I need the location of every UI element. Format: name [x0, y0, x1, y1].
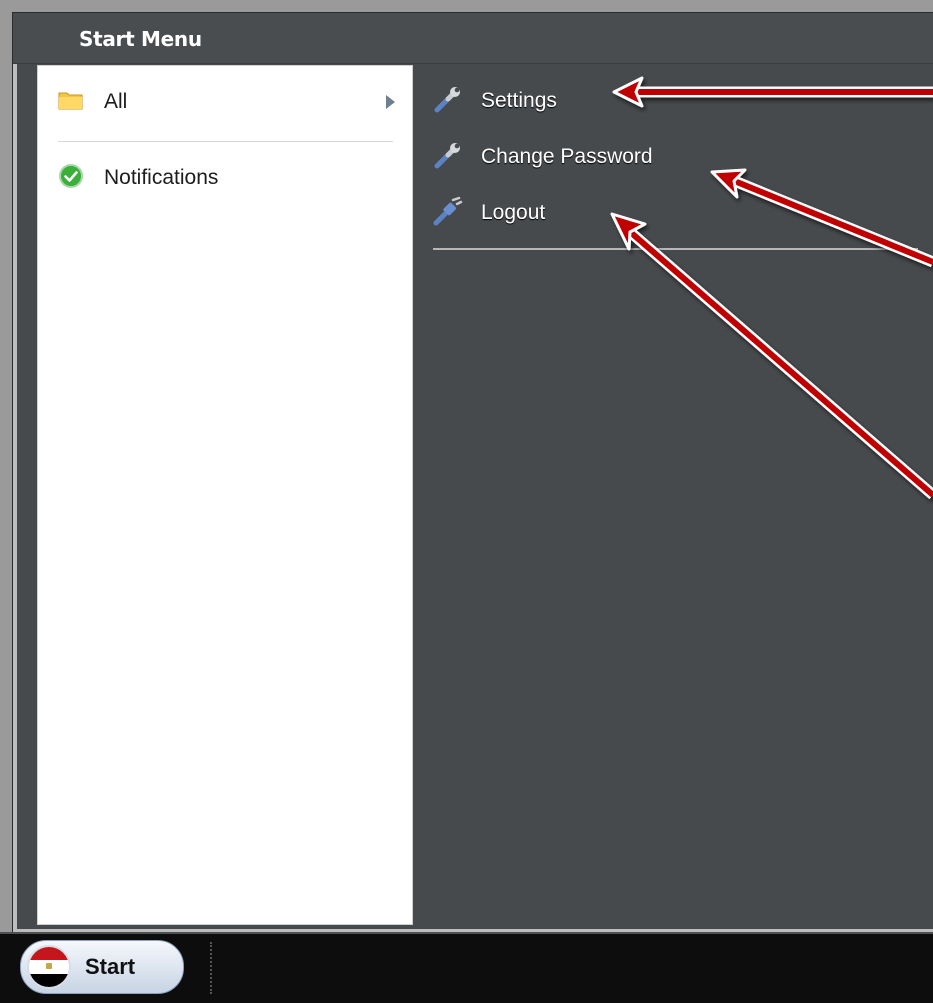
left-menu-panel: All Notifications — [37, 65, 413, 925]
menu-item-logout-label: Logout — [481, 201, 546, 224]
menu-item-logout[interactable]: Logout — [433, 195, 545, 231]
menu-item-all-label: All — [104, 90, 128, 113]
menu-item-settings[interactable]: Settings — [433, 83, 557, 119]
menu-item-all[interactable]: All — [58, 84, 395, 120]
plug-icon — [433, 196, 463, 231]
start-button-label: Start — [85, 954, 136, 979]
start-button[interactable]: Start — [20, 940, 184, 994]
taskbar: Start — [0, 932, 933, 1003]
right-menu-divider — [433, 248, 918, 250]
menu-item-settings-label: Settings — [481, 89, 557, 112]
egypt-flag-icon — [27, 945, 71, 989]
wrench-icon — [433, 140, 463, 175]
submenu-arrow-icon — [386, 95, 395, 109]
wrench-icon — [433, 84, 463, 119]
left-menu-divider — [58, 141, 393, 142]
taskbar-grip[interactable] — [210, 942, 214, 994]
menu-item-change-password-label: Change Password — [481, 145, 653, 168]
menu-item-notifications[interactable]: Notifications — [58, 160, 393, 196]
check-circle-icon — [58, 163, 84, 194]
start-menu-title: Start Menu — [79, 27, 202, 51]
menu-item-change-password[interactable]: Change Password — [433, 139, 653, 175]
menu-item-notifications-label: Notifications — [104, 166, 219, 189]
folder-icon — [58, 89, 84, 116]
right-menu-panel: Settings Change Password Logout — [413, 65, 933, 923]
start-menu-window: Start Menu All Notifications Settings Ch… — [12, 12, 933, 934]
start-menu-header: Start Menu — [13, 13, 933, 64]
